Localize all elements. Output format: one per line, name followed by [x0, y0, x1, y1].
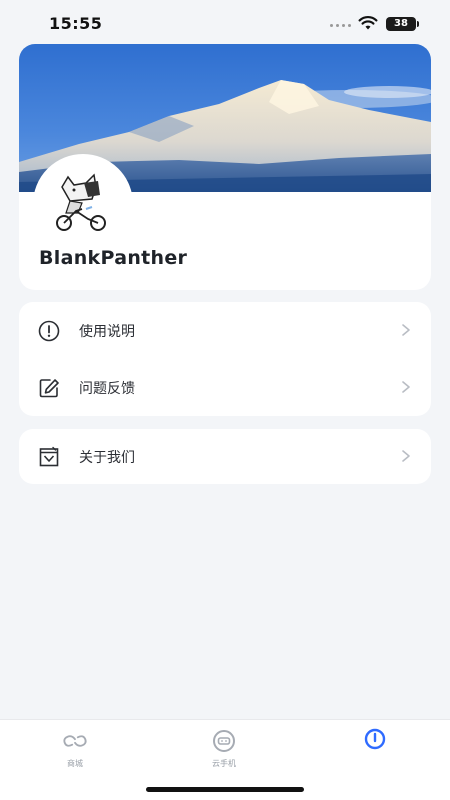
menu-item-instructions[interactable]: 使用说明: [19, 302, 431, 359]
tab-cloud-phone[interactable]: 云手机: [189, 728, 259, 778]
tab-profile[interactable]: [340, 728, 410, 778]
menu-item-label: 问题反馈: [79, 380, 135, 397]
chevron-right-icon: [402, 450, 410, 462]
avatar[interactable]: [33, 154, 133, 254]
menu-card-secondary: 关于我们: [19, 429, 431, 484]
cloud-phone-icon: [211, 728, 237, 754]
home-indicator: [146, 787, 304, 792]
app-screen: 15:55 38 BlankPanther 使用说明 问题反馈 关于我们 商城 …: [0, 0, 450, 800]
status-bar: 15:55 38: [0, 0, 450, 46]
tab-label: 云手机: [212, 759, 236, 768]
battery-indicator: 38: [386, 17, 419, 31]
menu-item-about[interactable]: 关于我们: [19, 429, 431, 484]
info-circle-icon: [37, 319, 61, 343]
tab-mall[interactable]: 商城: [40, 728, 110, 778]
profile-card: BlankPanther: [19, 44, 431, 290]
edit-icon: [37, 376, 61, 400]
cellular-signal-icon: [330, 24, 351, 27]
chevron-right-icon: [402, 381, 410, 393]
username: BlankPanther: [39, 247, 188, 269]
menu-card-primary: 使用说明 问题反馈: [19, 302, 431, 416]
about-icon: [37, 445, 61, 469]
menu-item-label: 关于我们: [79, 449, 135, 466]
chevron-right-icon: [402, 324, 410, 336]
tab-label: 商城: [67, 759, 83, 768]
menu-item-label: 使用说明: [79, 323, 135, 340]
status-time: 15:55: [49, 14, 103, 33]
link-icon: [62, 728, 88, 754]
profile-icon: [362, 728, 388, 754]
avatar-illustration: [56, 173, 106, 231]
menu-item-feedback[interactable]: 问题反馈: [19, 359, 431, 416]
wifi-icon: [358, 16, 378, 30]
